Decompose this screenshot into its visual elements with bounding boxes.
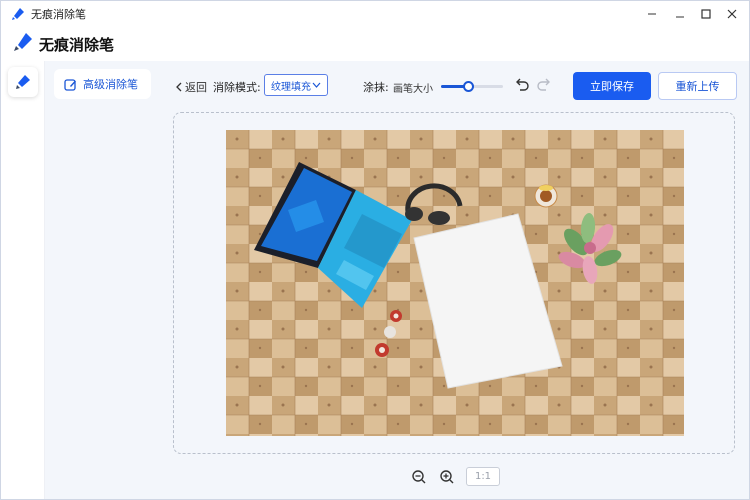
maximize-icon <box>701 9 711 19</box>
edited-photo[interactable] <box>226 130 684 436</box>
chevron-left-icon <box>176 82 182 92</box>
minimize-button[interactable] <box>641 4 663 24</box>
close-icon <box>727 9 737 19</box>
edit-icon <box>64 78 76 91</box>
mode-value: 纹理填充 <box>271 81 311 93</box>
brush-label: 涂抹: <box>363 81 389 94</box>
mode-select[interactable]: 纹理填充 <box>264 74 328 96</box>
zoom-ratio-button[interactable]: 1:1 <box>466 467 500 486</box>
brush-icon <box>12 8 24 20</box>
window-title: 无痕消除笔 <box>31 8 86 21</box>
main-panel: 返回 消除模式: 纹理填充 涂抹: 画笔大小 立即保存 重新上传 1:1 <box>159 61 749 499</box>
mode-label: 消除模式: <box>213 81 261 94</box>
dash-icon <box>676 16 684 18</box>
image-canvas[interactable] <box>173 112 735 454</box>
brush-icon <box>16 75 30 89</box>
coffee-cup-object <box>534 184 558 208</box>
maximize-button[interactable] <box>695 4 717 24</box>
zoom-out-icon[interactable] <box>411 469 427 485</box>
reupload-button[interactable]: 重新上传 <box>658 72 737 100</box>
redo-icon[interactable] <box>536 77 552 93</box>
save-button[interactable]: 立即保存 <box>573 72 651 100</box>
left-rail <box>1 61 45 499</box>
brush-icon <box>14 33 32 51</box>
title-bar: 无痕消除笔 <box>1 1 749 27</box>
editor-toolbar: 返回 消除模式: 纹理填充 涂抹: 画笔大小 立即保存 重新上传 <box>159 61 749 111</box>
app-title: 无痕消除笔 <box>39 36 115 54</box>
close-button[interactable] <box>721 4 743 24</box>
zoom-controls: 1:1 <box>159 465 749 489</box>
compact-button[interactable] <box>669 4 691 24</box>
back-button[interactable]: 返回 <box>175 79 207 95</box>
zoom-in-icon[interactable] <box>439 469 455 485</box>
slider-handle[interactable] <box>463 81 475 92</box>
brush-size-slider[interactable] <box>441 81 503 92</box>
chevron-down-icon <box>312 82 321 88</box>
minimize-icon <box>648 13 656 15</box>
undo-icon[interactable] <box>514 77 530 93</box>
app-header: 无痕消除笔 <box>1 27 749 61</box>
app-window: 无痕消除笔 无痕消除笔 高级消除笔 返回 消除模式: 纹理填充 涂抹: 画笔大小… <box>0 0 750 500</box>
rail-item-eraser[interactable] <box>8 67 38 97</box>
brush-size-label: 画笔大小 <box>393 84 433 95</box>
sidebar: 高级消除笔 <box>45 61 159 499</box>
sidebar-item-advanced-eraser[interactable]: 高级消除笔 <box>54 69 151 99</box>
back-label: 返回 <box>185 81 207 94</box>
sidebar-item-label: 高级消除笔 <box>83 78 138 91</box>
